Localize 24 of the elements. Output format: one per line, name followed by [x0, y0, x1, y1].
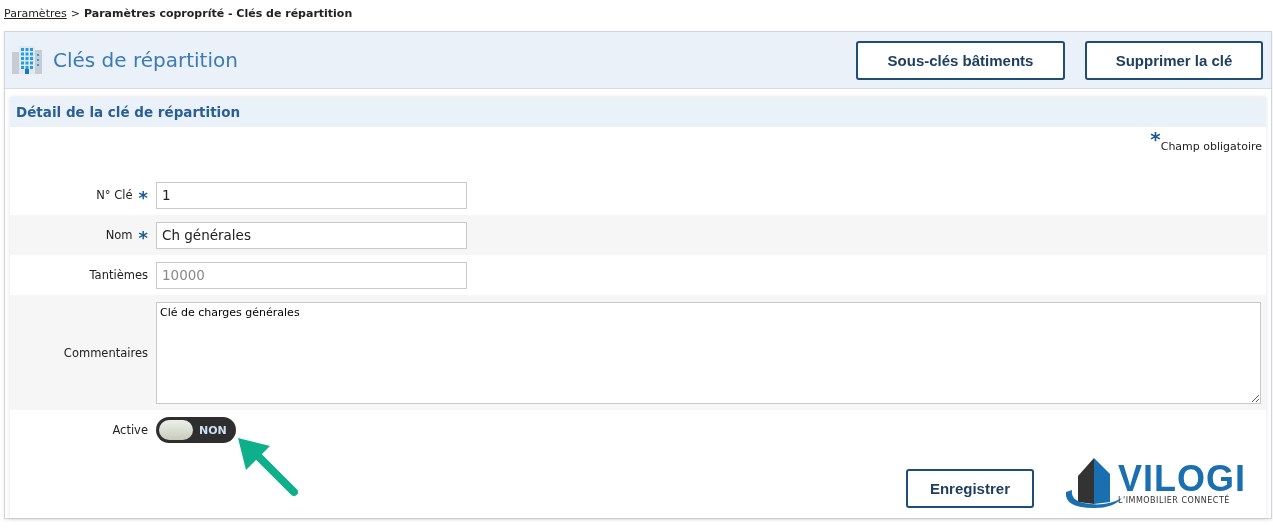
comment-field[interactable]: Clé de charges générales	[156, 301, 1261, 404]
header-button[interactable]: Supprimer la clé	[1085, 40, 1263, 80]
field-label: N° Clé	[96, 188, 133, 202]
breadcrumb-separator: >	[70, 6, 80, 20]
field-label: Active	[112, 423, 148, 437]
input-field[interactable]: 10000	[156, 261, 467, 289]
required-note: Champ obligatoire	[1160, 140, 1262, 153]
field-label: Commentaires	[63, 345, 148, 360]
building-icon	[11, 44, 43, 76]
breadcrumb-current: Paramètres copropríté - Clés de répartition	[83, 6, 353, 20]
page-title: Clés de répartition	[53, 48, 239, 72]
breadcrumb-link[interactable]: Paramètres	[4, 6, 67, 20]
vilogi-logo: VILOGI L'IMMOBILIER CONNECTÉ	[1064, 454, 1246, 512]
required-mark: *	[138, 186, 148, 204]
required-mark: *	[138, 226, 148, 244]
input-field[interactable]: Ch générales	[156, 221, 467, 249]
header-button[interactable]: Sous-clés bâtiments	[856, 40, 1065, 80]
field-label: Tantièmes	[89, 268, 148, 282]
required-mark: *	[1150, 127, 1161, 145]
save-button[interactable]: Enregistrer	[905, 468, 1034, 508]
input-field[interactable]: 1	[156, 181, 467, 209]
section-title: Détail de la clé de répartition	[10, 97, 1266, 127]
field-label: Nom	[105, 228, 133, 242]
toggle-switch[interactable]: NON	[156, 417, 236, 443]
